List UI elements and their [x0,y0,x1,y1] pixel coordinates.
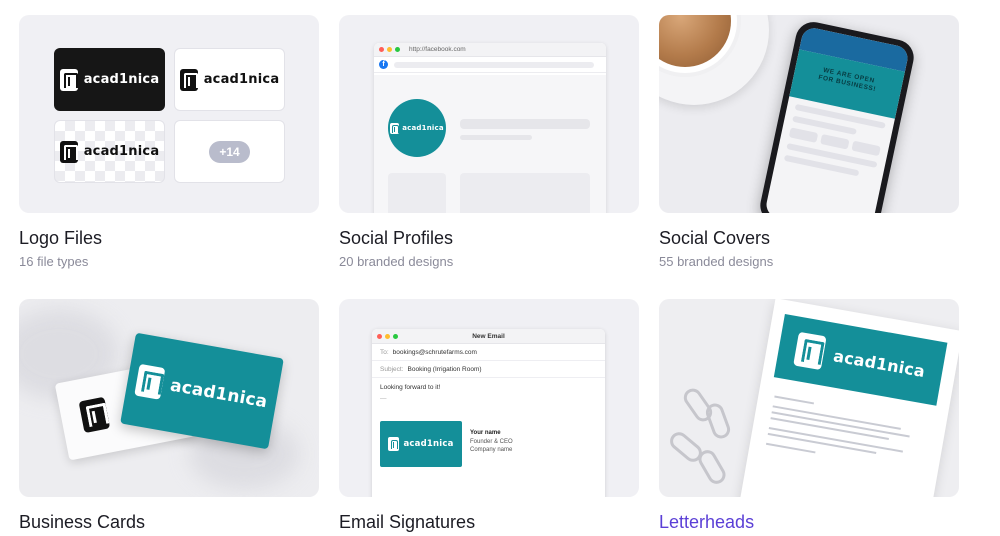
placeholder-block [388,173,446,213]
acad1nica-logo-icon [59,140,78,163]
card-social-covers[interactable]: WE ARE OPEN FOR BUSINESS! Social Covers … [659,15,959,269]
signature-role: Founder & CEO [470,438,513,445]
browser-mockup: http://facebook.com f acad1nica [374,43,606,213]
placeholder-block [460,173,590,213]
window-close-dot [379,47,384,52]
social-profiles-thumbnail: http://facebook.com f acad1nica [339,15,639,213]
phone-frame: WE ARE OPEN FOR BUSINESS! [757,18,917,213]
email-subject-row: Subject: Booking (Irrigation Room) [372,361,605,378]
card-logo-files[interactable]: acad1nica acad1nica acad1nica +14 Logo F… [19,15,319,269]
to-value: bookings@schrutefarms.com [392,348,477,356]
acad1nica-logo-icon [793,331,827,371]
email-signatures-thumbnail: New Email To: bookings@schrutefarms.com … [339,299,639,497]
card-title: Business Cards [19,512,146,532]
facebook-search-placeholder [394,61,594,68]
social-covers-thumbnail: WE ARE OPEN FOR BUSINESS! [659,15,959,213]
card-email-signatures[interactable]: New Email To: bookings@schrutefarms.com … [339,299,639,532]
phone-mockup: WE ARE OPEN FOR BUSINESS! [757,18,917,213]
letterhead-paper: acad1nica [737,299,959,497]
browser-titlebar: http://facebook.com [374,43,606,57]
brand-wordmark: acad1nica [832,345,927,381]
phone-screen: WE ARE OPEN FOR BUSINESS! [764,25,910,213]
signature-logo: acad1nica [380,421,462,467]
brand-wordmark: acad1nica [83,72,160,87]
profile-content: acad1nica [374,75,606,213]
brand-wordmark: acad1nica [203,72,280,87]
card-subtitle: 20 branded designs [339,254,454,269]
signature-name: Your name [470,430,501,436]
card-letterheads[interactable]: acad1nica Letterheads [659,299,959,532]
card-title: Social Profiles [339,228,454,248]
logo-transparent-tile: acad1nica [54,120,165,183]
subject-value: Booking (Irrigation Room) [407,365,482,373]
facebook-icon: f [379,60,388,69]
more-count-badge: +14 [209,140,250,163]
profile-picture: acad1nica [388,99,446,157]
more-files-tile: +14 [174,120,285,183]
card-social-profiles[interactable]: http://facebook.com f acad1nica Social P… [339,15,639,269]
window-minimize-dot [387,47,392,52]
email-window-mockup: New Email To: bookings@schrutefarms.com … [372,329,605,497]
acad1nica-logo-icon [390,122,400,134]
binder-clip-image [695,446,729,488]
facebook-header: f [374,57,606,73]
letter-text-line [771,411,910,438]
binder-clip-image [703,401,733,441]
business-cards-thumbnail: acad1nica [19,299,319,497]
brand-wordmark: acad1nica [83,144,160,159]
card-subtitle: 55 branded designs [659,254,774,269]
subject-label: Subject: [380,365,404,373]
brand-wordmark: acad1nica [403,439,454,449]
card-title: Letterheads [659,512,755,532]
placeholder-line [460,135,532,140]
email-titlebar: New Email [372,329,605,344]
placeholder-line [460,119,590,129]
acad1nica-logo-icon [78,396,111,434]
card-business-cards[interactable]: acad1nica Business Cards [19,299,319,532]
placeholder-button [788,127,819,143]
placeholder-button [820,133,850,150]
brand-wordmark: acad1nica [168,375,269,413]
letter-text-line [772,405,901,430]
card-title: Social Covers [659,228,771,248]
email-body: Looking forward to it! — [372,378,605,408]
email-body-text: Looking forward to it! [380,384,441,391]
letterhead-banner: acad1nica [773,314,948,406]
logo-on-white-tile: acad1nica [174,48,285,111]
signature-separator: — [380,395,387,402]
acad1nica-logo-icon [134,363,166,400]
acad1nica-logo-icon [59,68,78,91]
brand-wordmark: acad1nica [402,124,444,132]
acad1nica-logo-icon [179,68,198,91]
card-title: Email Signatures [339,512,476,532]
acad1nica-logo-icon [388,437,400,451]
browser-url: http://facebook.com [409,46,466,53]
signature-company: Company name [470,447,513,454]
signature-details: Your name Founder & CEO Company name [470,421,513,467]
card-subtitle: 16 file types [19,254,89,269]
email-window-title: New Email [472,332,505,340]
logo-files-thumbnail: acad1nica acad1nica acad1nica +14 [19,15,319,213]
to-label: To: [380,348,389,356]
card-title: Logo Files [19,228,103,248]
email-to-row: To: bookings@schrutefarms.com [372,344,605,361]
letterheads-thumbnail: acad1nica [659,299,959,497]
window-maximize-dot [395,47,400,52]
logo-on-black-tile: acad1nica [54,48,165,111]
letter-text-line [774,395,815,405]
placeholder-button [851,140,881,157]
email-signature: acad1nica Your name Founder & CEO Compan… [380,421,513,467]
letter-text-line [765,442,816,454]
